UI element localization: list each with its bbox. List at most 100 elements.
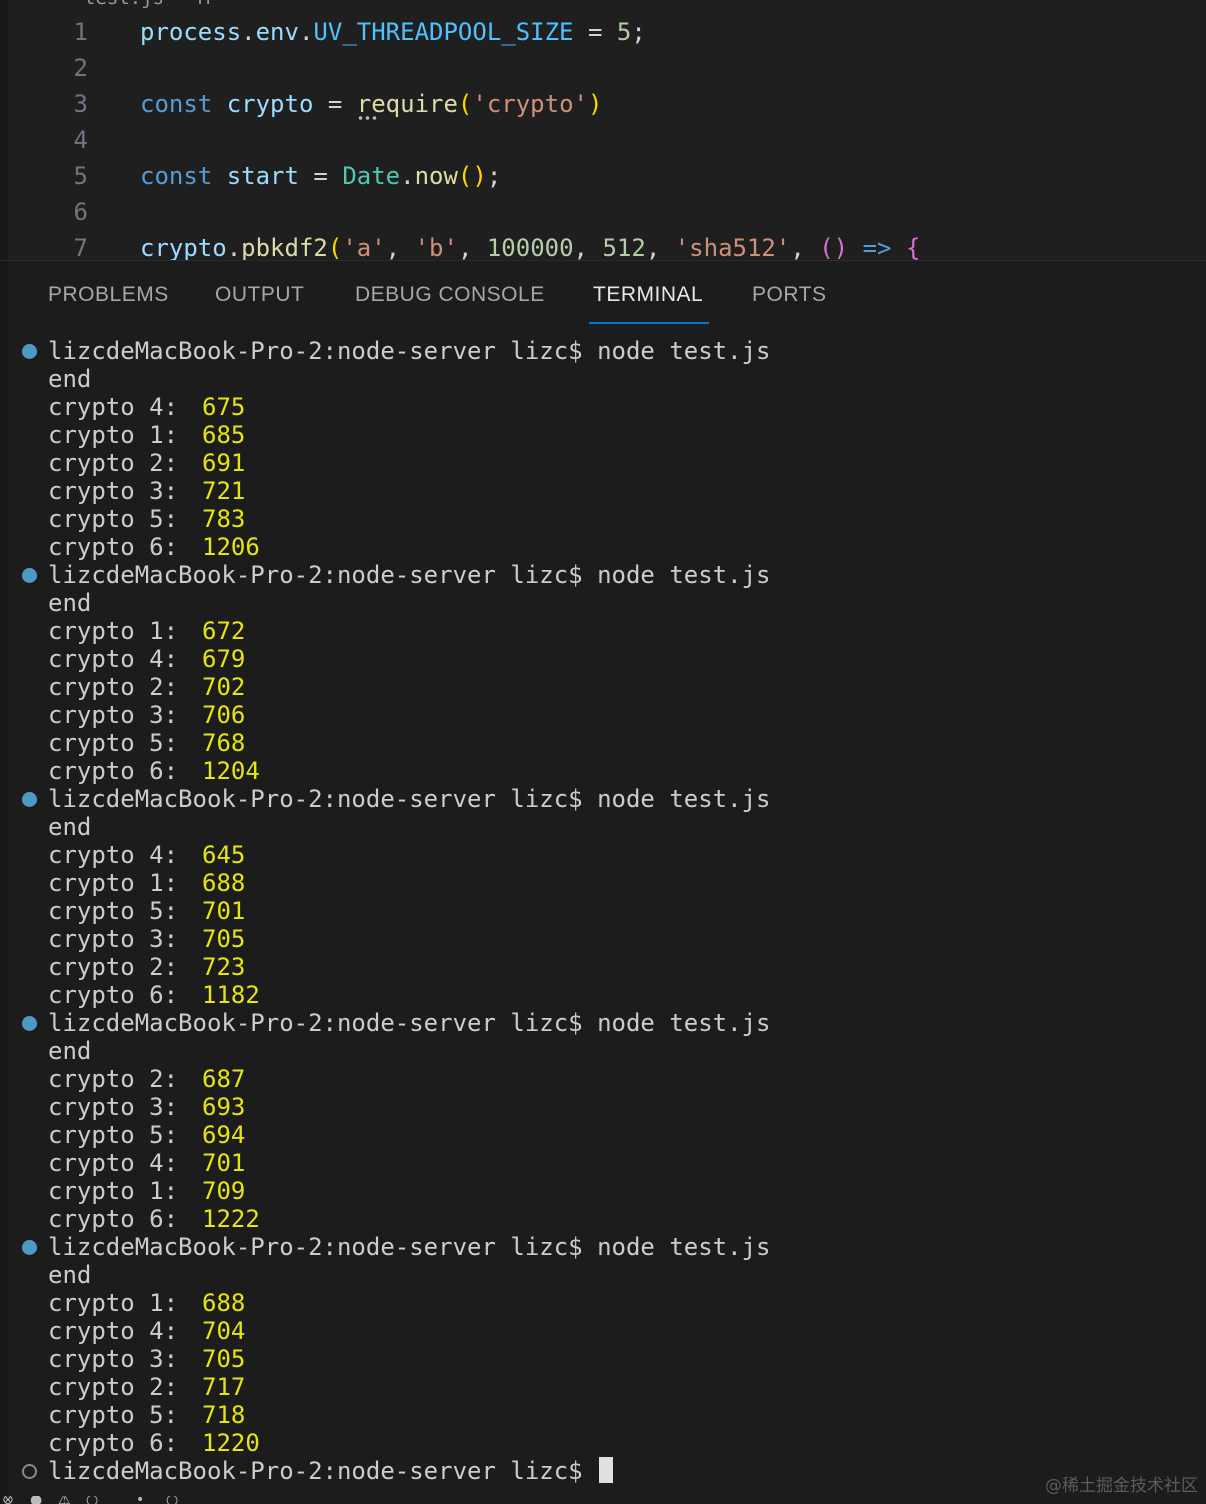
code-editor[interactable]: test.js M 1process.env.UV_THREADPOOL_SIZ… [0, 0, 1206, 260]
result-label: crypto 3: [48, 1093, 179, 1121]
code-line[interactable]: 1 process.env.UV_THREADPOOL_SIZE = 5; [0, 14, 1206, 50]
watermark: @稀土掘金技术社区 [1045, 1476, 1198, 1496]
code-token: env [255, 18, 299, 46]
code-token: 'sha512' [674, 234, 791, 260]
prompt-text: lizcdeMacBook-Pro-2:node-server lizc$ [48, 1457, 614, 1485]
prompt: lizcdeMacBook-Pro-2:node-server lizc$ [48, 1233, 598, 1261]
status-bar-fragment: ⊗ ● ⚠ ○ • ○ [0, 1496, 200, 1504]
panel-tab-bar: PROBLEMS OUTPUT DEBUG CONSOLE TERMINAL PORTS [0, 261, 1206, 325]
result-label: crypto 1: [48, 869, 179, 897]
terminal-result-line: crypto 4: 704 [0, 1317, 1206, 1345]
result-label: crypto 6: [48, 1205, 179, 1233]
command: node test.js [597, 1233, 771, 1261]
terminal-result-line: crypto 4: 679 [0, 645, 1206, 673]
terminal-output-line: end [0, 1037, 1206, 1065]
code-token: { [905, 234, 921, 260]
result-label: crypto 2: [48, 953, 179, 981]
port-icon[interactable]: ○ [86, 1496, 98, 1504]
result-value: 645 [202, 841, 246, 869]
terminal-result-line: crypto 3: 693 [0, 1093, 1206, 1121]
result-label: crypto 4: [48, 393, 179, 421]
code-token: , [573, 234, 603, 260]
result-value: 675 [202, 393, 246, 421]
code-line[interactable]: 2 [0, 50, 1206, 86]
result-label: crypto 5: [48, 1401, 179, 1429]
code-line[interactable]: 7 crypto.pbkdf2('a', 'b', 100000, 512, 's… [0, 230, 1206, 260]
output-end: end [48, 589, 92, 617]
code-token: ; [631, 18, 646, 46]
code-token: , [790, 234, 820, 260]
code-token: . [241, 18, 256, 46]
result-value: 721 [202, 477, 246, 505]
result-value: 701 [202, 897, 246, 925]
result-label: crypto 1: [48, 1289, 179, 1317]
result-label: crypto 3: [48, 1345, 179, 1373]
terminal-result-line: crypto 4: 645 [0, 841, 1206, 869]
output-end: end [48, 813, 92, 841]
result-label: crypto 2: [48, 1065, 179, 1093]
result-value: 701 [202, 1149, 246, 1177]
tab-debug-console[interactable]: DEBUG CONSOLE [355, 283, 545, 307]
result-label: crypto 6: [48, 533, 179, 561]
terminal-result-line: crypto 1: 672 [0, 617, 1206, 645]
status-dot-icon[interactable]: ● [30, 1496, 42, 1504]
result-value: 723 [202, 953, 246, 981]
code-token: = [298, 162, 343, 190]
code-line[interactable]: 6 [0, 194, 1206, 230]
code-token: const [140, 90, 213, 118]
tab-ports[interactable]: PORTS [752, 283, 826, 307]
code-token: require [356, 90, 458, 118]
broadcast-icon[interactable]: • [136, 1496, 144, 1504]
result-label: crypto 5: [48, 505, 179, 533]
line-number: 3 [73, 90, 88, 118]
result-label: crypto 3: [48, 701, 179, 729]
terminal-result-line: crypto 5: 768 [0, 729, 1206, 757]
prompt: lizcdeMacBook-Pro-2:node-server lizc$ [48, 785, 598, 813]
code-line[interactable]: 5 const start = Date.now(); [0, 158, 1206, 194]
code-token: 'a' [342, 234, 386, 260]
result-value: 693 [202, 1093, 246, 1121]
result-label: crypto 2: [48, 673, 179, 701]
terminal-result-line: crypto 5: 701 [0, 897, 1206, 925]
code-line[interactable]: 4 [0, 122, 1206, 158]
terminal-output[interactable]: lizcdeMacBook-Pro-2:node-server lizc$ no… [0, 337, 1206, 1504]
command: node test.js [597, 1009, 771, 1037]
command: node test.js [597, 337, 771, 365]
tab-terminal[interactable]: TERMINAL [593, 283, 703, 307]
code-token: 'b' [414, 234, 458, 260]
sync-icon[interactable]: ○ [166, 1496, 178, 1504]
terminal-prompt-line: lizcdeMacBook-Pro-2:node-server lizc$ no… [0, 1009, 1206, 1037]
result-label: crypto 4: [48, 645, 179, 673]
code-token: 'crypto' [472, 90, 588, 118]
command-status-dot-icon [22, 1016, 37, 1031]
code-token: 5 [616, 18, 632, 46]
result-label: crypto 6: [48, 1429, 179, 1457]
tab-output[interactable]: OUTPUT [215, 283, 304, 307]
terminal-prompt-line: lizcdeMacBook-Pro-2:node-server lizc$ no… [0, 337, 1206, 365]
terminal-result-line: crypto 1: 688 [0, 869, 1206, 897]
prompt: lizcdeMacBook-Pro-2:node-server lizc$ [48, 1009, 598, 1037]
line-number: 4 [73, 126, 88, 154]
prompt: lizcdeMacBook-Pro-2:node-server lizc$ [48, 1457, 598, 1485]
code-token: ) [587, 90, 603, 118]
code-token: ; [486, 162, 502, 190]
result-value: 702 [202, 673, 246, 701]
result-label: crypto 5: [48, 729, 179, 757]
code-token: . [298, 18, 314, 46]
terminal-result-line: crypto 6: 1222 [0, 1205, 1206, 1233]
result-value: 688 [202, 1289, 246, 1317]
code-token: , [457, 234, 487, 260]
code-token: = [313, 90, 357, 118]
code-line[interactable]: 3 const crypto = require('crypto') [0, 86, 1206, 122]
terminal-result-line: crypto 3: 721 [0, 477, 1206, 505]
result-value: 688 [202, 869, 246, 897]
error-icon[interactable]: ⊗ [2, 1496, 14, 1504]
warning-icon[interactable]: ⚠ [58, 1496, 71, 1504]
tab-problems[interactable]: PROBLEMS [48, 283, 169, 307]
code-token: Date [342, 162, 401, 190]
terminal-result-line: crypto 3: 706 [0, 701, 1206, 729]
